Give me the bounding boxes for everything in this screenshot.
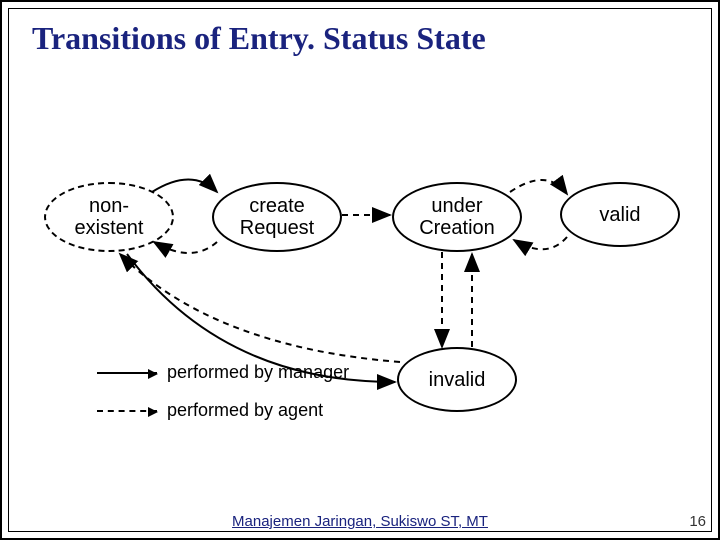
state-create-label-1: create — [249, 195, 305, 217]
slide-footer: Manajemen Jaringan, Sukiswo ST, MT — [2, 513, 718, 530]
state-valid: valid — [560, 182, 680, 247]
state-nonexistent-label-1: non- — [89, 195, 129, 217]
legend-manager-label: performed by manager — [167, 362, 349, 383]
state-under-creation: under Creation — [392, 182, 522, 252]
slide-frame — [8, 8, 712, 532]
state-nonexistent: non- existent — [44, 182, 174, 252]
state-invalid: invalid — [397, 347, 517, 412]
state-under-label-2: Creation — [419, 217, 495, 239]
legend-agent-label: performed by agent — [167, 400, 323, 421]
state-create-label-2: Request — [240, 217, 315, 239]
arrow-dashed-icon — [97, 410, 157, 412]
page-number: 16 — [689, 513, 706, 530]
state-create-request: create Request — [212, 182, 342, 252]
arrow-solid-icon — [97, 372, 157, 374]
slide-title: Transitions of Entry. Status State — [32, 20, 486, 57]
state-invalid-label: invalid — [429, 369, 486, 391]
state-under-label-1: under — [431, 195, 482, 217]
legend-manager: performed by manager — [97, 362, 349, 383]
state-valid-label: valid — [599, 204, 640, 226]
legend-agent: performed by agent — [97, 400, 323, 421]
state-nonexistent-label-2: existent — [75, 217, 144, 239]
